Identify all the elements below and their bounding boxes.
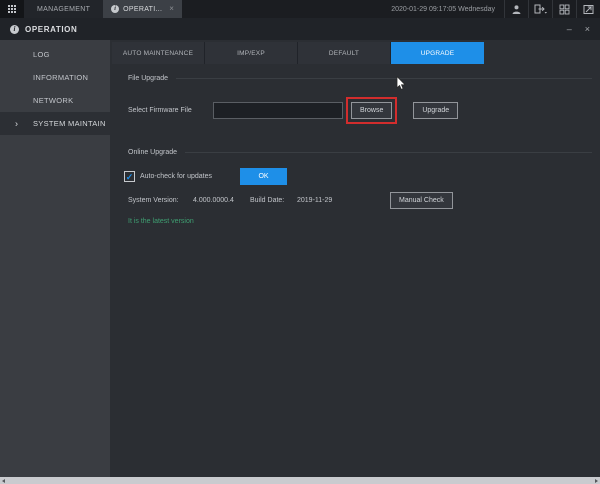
tab-default-label: DEFAULT (329, 50, 359, 57)
app-tab-operation[interactable]: i OPERATI... × (103, 0, 182, 18)
content: AUTO MAINTENANCE IMP/EXP DEFAULT UPGRADE… (110, 40, 600, 477)
user-icon (511, 4, 522, 15)
tab-upgrade[interactable]: UPGRADE (391, 42, 484, 64)
sidebar-item-system-maintain-label: SYSTEM MAINTAIN (33, 119, 106, 128)
app-tab-management-label: MANAGEMENT (37, 6, 90, 13)
chevron-right-icon: › (15, 118, 18, 128)
screen-switch-button[interactable] (576, 0, 600, 18)
auto-check-checkbox[interactable]: ✓ (124, 171, 135, 182)
sidebar-item-system-maintain[interactable]: › SYSTEM MAINTAIN (0, 112, 110, 135)
logout-button[interactable] (528, 0, 552, 18)
tab-auto-maintenance-label: AUTO MAINTENANCE (123, 50, 193, 57)
tab-upgrade-label: UPGRADE (421, 50, 455, 57)
ok-button[interactable]: OK (240, 168, 287, 185)
browse-annotation-highlight: Browse (346, 97, 397, 124)
select-firmware-file-label: Select Firmware File (128, 107, 213, 114)
window-tab-bar: MANAGEMENT i OPERATI... × 2020-01-29 09:… (0, 0, 600, 18)
upgrade-button[interactable]: Upgrade (413, 102, 458, 119)
close-icon[interactable]: × (585, 25, 590, 34)
build-date-value: 2019-11-29 (297, 197, 332, 204)
system-version-value: 4.000.0000.4 (193, 197, 234, 204)
operation-info-icon: i (10, 25, 19, 34)
firmware-file-row: Select Firmware File Browse Upgrade (128, 97, 458, 124)
build-date-label: Build Date: (250, 197, 284, 204)
datetime-label: 2020-01-29 09:17:05 Wednesday (391, 6, 495, 13)
scroll-right-icon[interactable] (595, 479, 598, 483)
auto-check-row: ✓ Auto-check for updates OK (110, 168, 600, 185)
system-version-label: System Version: (128, 197, 179, 204)
tab-close-icon[interactable]: × (169, 5, 174, 13)
tabstrip: AUTO MAINTENANCE IMP/EXP DEFAULT UPGRADE (112, 42, 484, 64)
screen-switch-icon (583, 4, 594, 15)
file-upgrade-section-header: File Upgrade (128, 75, 592, 82)
sidebar-item-network[interactable]: NETWORK (0, 89, 110, 112)
latest-version-status: It is the latest version (128, 218, 194, 225)
sidebar: LOG INFORMATION NETWORK › SYSTEM MAINTAI… (0, 40, 110, 477)
file-upgrade-section-title: File Upgrade (128, 75, 168, 82)
manual-check-button[interactable]: Manual Check (390, 192, 453, 209)
app-tab-management[interactable]: MANAGEMENT (24, 0, 103, 18)
topbar-icon-group (504, 0, 600, 18)
tab-auto-maintenance[interactable]: AUTO MAINTENANCE (112, 42, 205, 64)
tab-default[interactable]: DEFAULT (298, 42, 391, 64)
section-divider (176, 78, 592, 79)
info-icon: i (111, 5, 119, 13)
sidebar-item-information[interactable]: INFORMATION (0, 66, 110, 89)
horizontal-scrollbar[interactable] (0, 477, 600, 484)
topbar-spacer (182, 0, 391, 18)
checkmark-icon: ✓ (126, 172, 134, 182)
auto-check-label: Auto-check for updates (140, 173, 212, 180)
window-controls: – × (567, 25, 590, 34)
layout-button[interactable] (552, 0, 576, 18)
minimize-icon[interactable]: – (567, 25, 572, 34)
user-button[interactable] (504, 0, 528, 18)
sidebar-item-information-label: INFORMATION (33, 73, 88, 82)
apps-grid-button[interactable] (0, 0, 24, 18)
online-upgrade-section-header: Online Upgrade (128, 149, 592, 156)
apps-grid-icon (8, 5, 16, 13)
scroll-left-icon[interactable] (2, 479, 5, 483)
titlebar: i OPERATION – × (0, 18, 600, 40)
browse-button[interactable]: Browse (351, 102, 392, 119)
logout-icon (534, 4, 548, 15)
layout-grid-icon (559, 4, 570, 15)
sidebar-item-network-label: NETWORK (33, 96, 73, 105)
page-title: OPERATION (25, 25, 77, 34)
firmware-file-input[interactable] (213, 102, 343, 119)
sidebar-item-log-label: LOG (33, 50, 50, 59)
section-divider (185, 152, 592, 153)
screen: MANAGEMENT i OPERATI... × 2020-01-29 09:… (0, 0, 600, 484)
tab-imp-exp[interactable]: IMP/EXP (205, 42, 298, 64)
sidebar-item-log[interactable]: LOG (0, 43, 110, 66)
version-row: System Version: 4.000.0000.4 Build Date:… (110, 192, 600, 210)
app-tab-operation-label: OPERATI... (123, 6, 162, 13)
tab-imp-exp-label: IMP/EXP (237, 50, 265, 57)
online-upgrade-section-title: Online Upgrade (128, 149, 177, 156)
